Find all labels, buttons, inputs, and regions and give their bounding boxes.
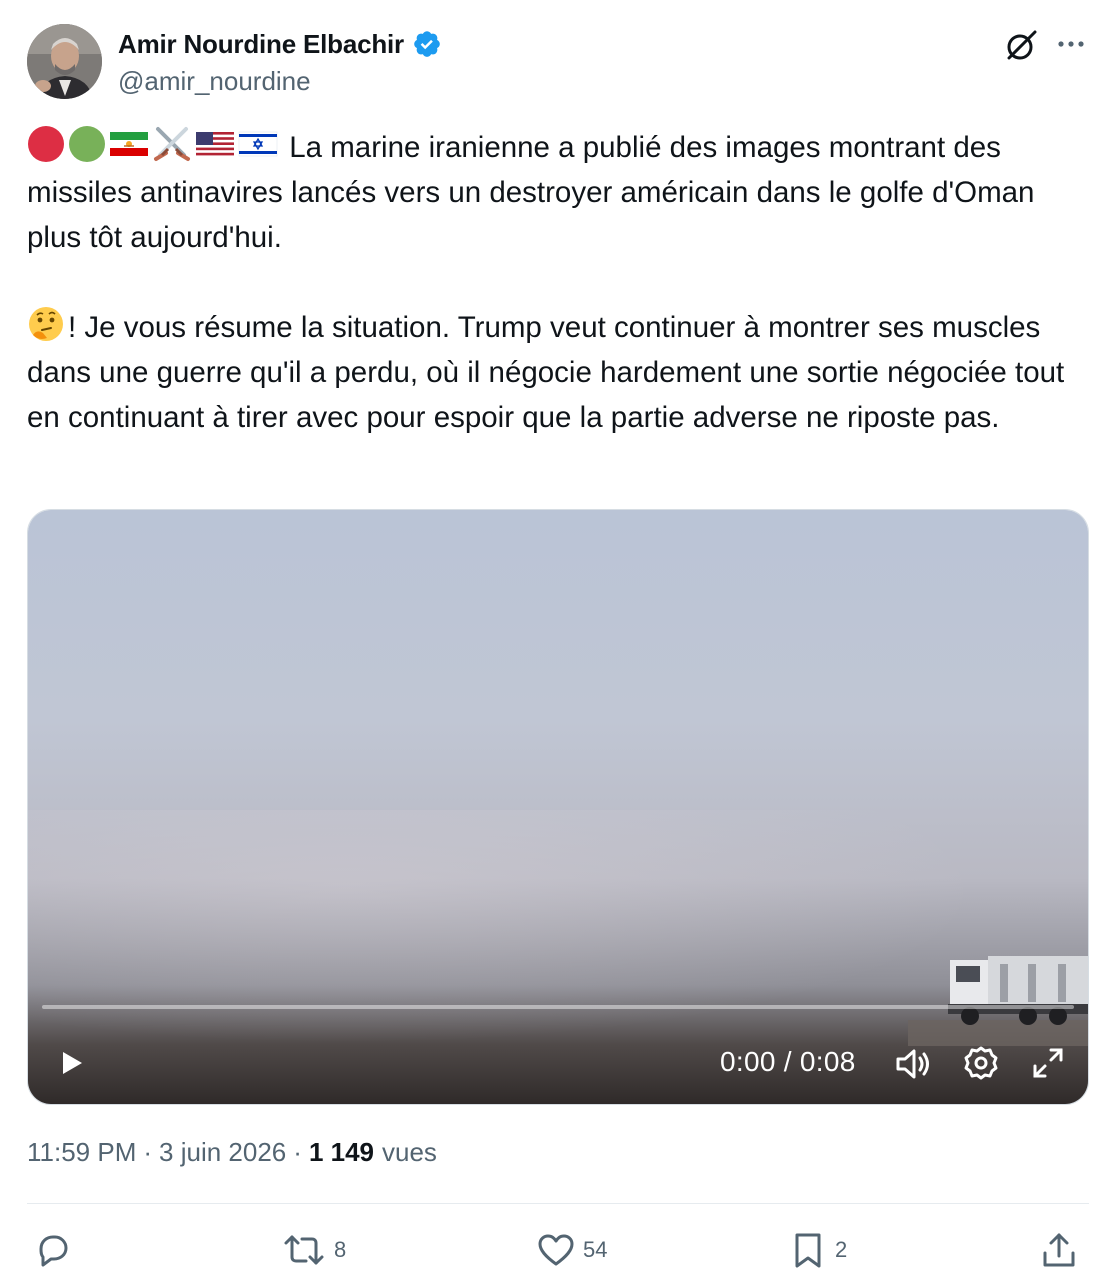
thinking-face-icon — [29, 307, 63, 341]
author-display-name[interactable]: Amir Nourdine Elbachir — [118, 29, 404, 60]
author-names: Amir Nourdine Elbachir @amir_nourdine — [118, 28, 442, 97]
tweet-meta: 11:59 PM · 3 juin 2026 · 1 149 vues — [27, 1137, 437, 1168]
share-button[interactable] — [1040, 1226, 1078, 1274]
views-count: 1 149 — [308, 1137, 375, 1167]
play-icon[interactable] — [56, 1048, 86, 1078]
bookmark-button[interactable]: 2 — [789, 1226, 847, 1274]
share-icon — [1043, 1233, 1075, 1267]
meta-separator: · — [143, 1137, 153, 1167]
like-button[interactable]: 54 — [537, 1226, 607, 1274]
tweet-header: Amir Nourdine Elbachir @amir_nourdine — [27, 24, 1089, 102]
bookmark-count: 2 — [835, 1237, 848, 1262]
tweet-date[interactable]: 3 juin 2026 — [159, 1137, 286, 1168]
iran-flag-icon — [110, 132, 148, 156]
video-player[interactable]: 0:00 / 0:08 — [27, 509, 1089, 1105]
heart-icon — [538, 1234, 574, 1266]
like-count: 54 — [583, 1237, 608, 1262]
green-circle-icon — [69, 126, 105, 162]
author-handle[interactable]: @amir_nourdine — [118, 66, 442, 97]
grok-icon[interactable] — [1003, 28, 1039, 64]
tweet-actions: 8 54 2 — [27, 1226, 1089, 1274]
volume-icon[interactable] — [893, 1044, 933, 1084]
fullscreen-icon[interactable] — [1029, 1044, 1067, 1082]
divider — [27, 1203, 1089, 1204]
more-icon[interactable] — [1055, 28, 1087, 60]
retweet-button[interactable]: 8 — [282, 1226, 346, 1274]
video-progress-bar[interactable] — [42, 1005, 1074, 1009]
reply-icon — [39, 1235, 68, 1267]
meta-separator: · — [293, 1137, 302, 1167]
tweet-text: La marine iranienne a publié des images … — [27, 125, 1089, 440]
tweet-paragraph-2: ! Je vous résume la situation. Trump veu… — [27, 311, 1073, 434]
video-time: 0:00 / 0:08 — [720, 1046, 856, 1077]
red-circle-icon — [28, 126, 64, 162]
retweet-count: 8 — [334, 1237, 347, 1262]
emoji-row — [27, 126, 281, 164]
avatar[interactable] — [27, 24, 102, 99]
video-controls: 0:00 / 0:08 — [28, 1030, 1088, 1096]
us-flag-icon — [196, 132, 234, 156]
tweet-time[interactable]: 11:59 PM — [27, 1137, 136, 1168]
retweet-icon — [284, 1235, 324, 1265]
avatar-photo — [27, 24, 102, 99]
verified-badge-icon[interactable] — [412, 29, 442, 59]
settings-icon[interactable] — [962, 1044, 1000, 1082]
views-label: vues — [382, 1137, 437, 1167]
crossed-swords-icon — [154, 127, 190, 161]
reply-button[interactable] — [33, 1226, 79, 1274]
bookmark-icon — [795, 1233, 821, 1268]
israel-flag-icon — [238, 131, 278, 157]
